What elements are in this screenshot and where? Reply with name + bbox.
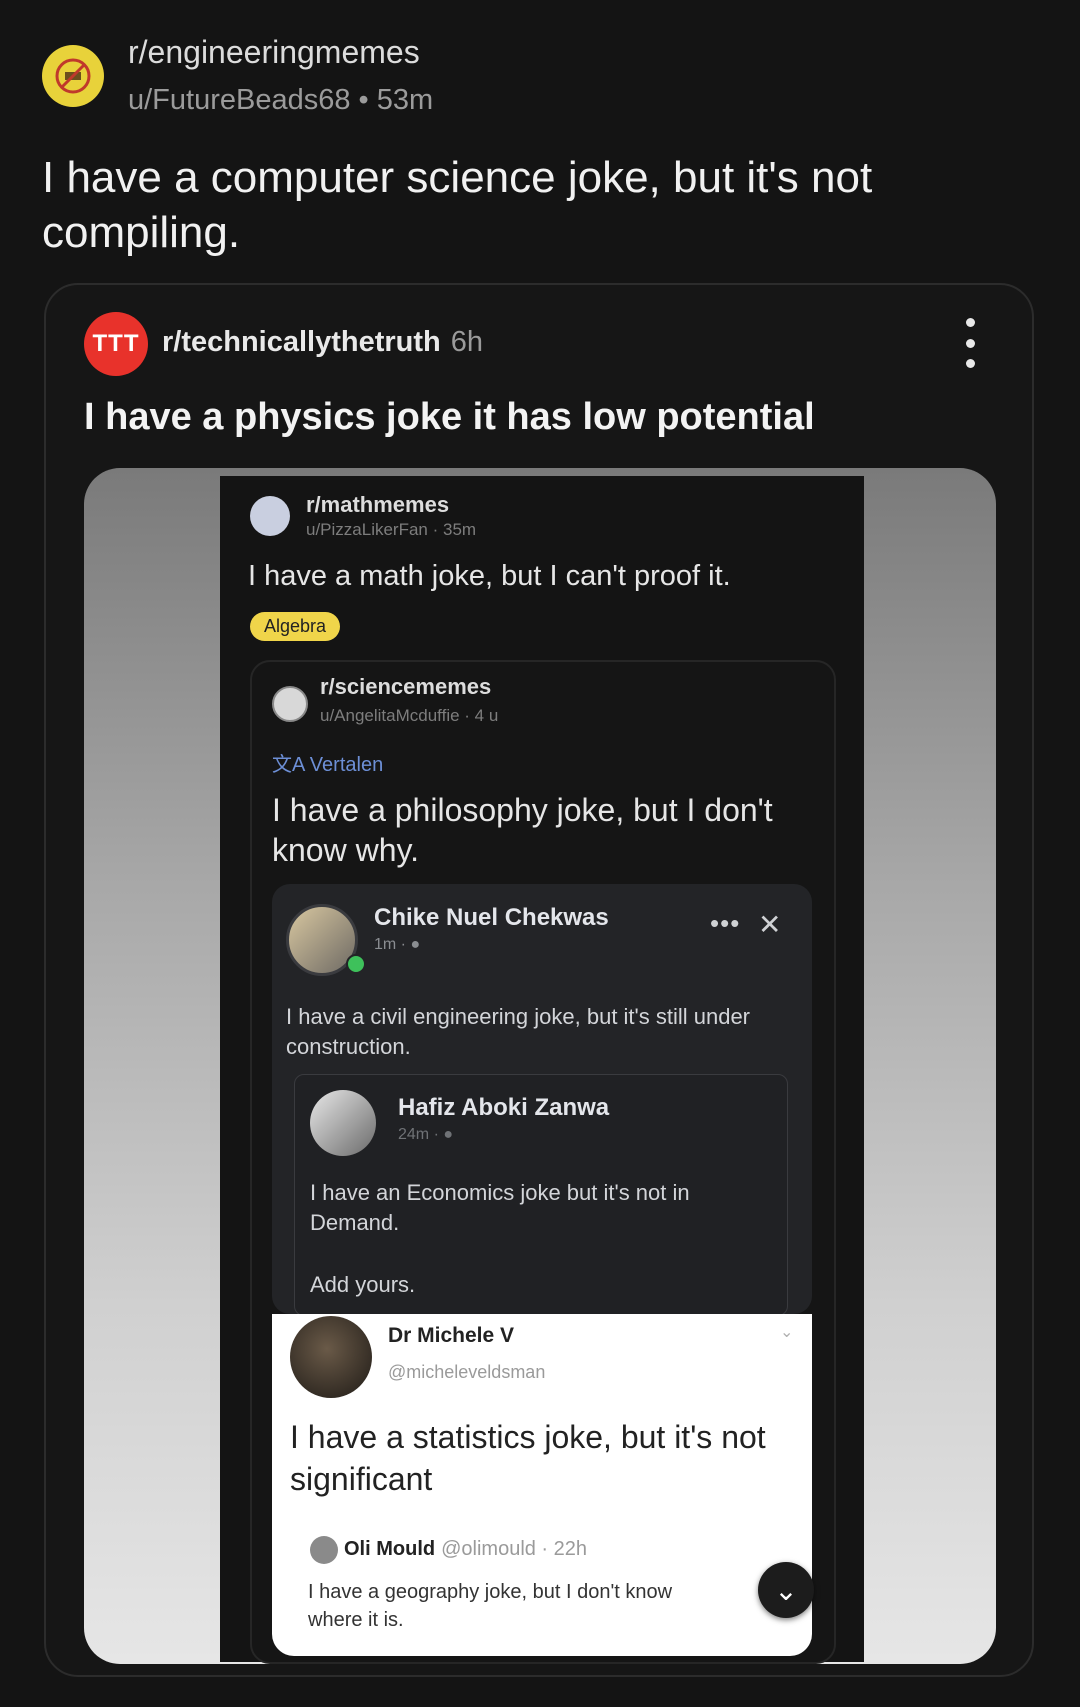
facebook-meta: 1m · ● [374,936,421,953]
meta-separator: • [358,84,377,116]
shared-post-text: I have an Economics joke but it's not in… [310,1180,690,1235]
reply-meta: @olimould · 22h [441,1538,588,1560]
crosspost-title: I have a physics joke it has low potenti… [84,396,815,438]
facebook-post-text: I have a civil engineering joke, but it'… [286,1004,751,1059]
crosspost-subreddit-avatar[interactable]: TTT [84,312,148,376]
sciencememes-avatar [272,686,308,722]
sciencememes-subreddit: r/sciencememes [320,674,492,699]
add-yours-text: Add yours. [310,1272,416,1297]
online-status-icon [346,954,366,974]
close-icon: ✕ [758,909,782,940]
mathmemes-avatar [250,496,290,536]
shared-post-meta: 24m · ● [398,1126,454,1143]
reply-header: Oli Mould @olimould · 22h [344,1538,587,1561]
translate-link: 文A Vertalen [272,754,384,776]
tweet-author-name: Dr Michele V [388,1324,515,1347]
subreddit-link[interactable]: r/engineeringmemes [128,34,420,71]
shared-post-author: Hafiz Aboki Zanwa [398,1094,610,1121]
sciencememes-title: I have a philosophy joke, but I don't kn… [272,792,773,868]
crosspost-subreddit: r/technicallythetruth 6h [162,326,483,359]
tweet-avatar [290,1316,372,1398]
author-link[interactable]: u/FutureBeads68 [128,84,350,116]
reply-author-name: Oli Mould [344,1538,436,1560]
post-age: 53m [376,84,434,116]
tweet-author-handle: @micheleveldsman [388,1362,546,1382]
chevron-down-icon: ⌄ [758,1562,814,1618]
sciencememes-meta: u/AngelitaMcduffie · 4 u [320,706,499,725]
mathmemes-subreddit: r/mathmemes [306,492,450,517]
mathmemes-title: I have a math joke, but I can't proof it… [248,560,731,592]
shared-post-avatar [310,1090,376,1156]
post-meta: u/FutureBeads68 • 53m [128,84,433,117]
subreddit-logo-icon [55,58,91,94]
reply-avatar [310,1536,338,1564]
reply-text: I have a geography joke, but I don't kno… [308,1581,673,1631]
mathmemes-meta: u/PizzaLikerFan · 35m [306,520,477,539]
more-options-icon[interactable] [956,318,984,368]
post-title: I have a computer science joke, but it's… [42,153,873,257]
tweet-text: I have a statistics joke, but it's not s… [290,1419,766,1497]
crosspost-age: 6h [450,326,484,358]
translate-icon: 文A [272,754,310,776]
flair-badge: Algebra [250,612,341,641]
ellipsis-icon: ••• [710,908,741,938]
chevron-down-icon: ⌄ [780,1324,794,1341]
subreddit-avatar[interactable] [42,45,104,107]
facebook-author-name: Chike Nuel Chekwas [374,904,609,931]
crosspost-subreddit-link[interactable]: r/technicallythetruth [162,326,441,358]
